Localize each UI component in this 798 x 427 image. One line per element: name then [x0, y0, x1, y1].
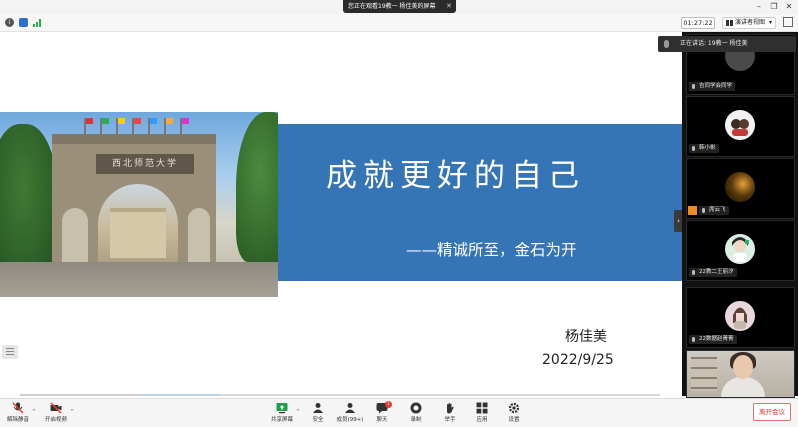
share-screen-icon: [276, 403, 288, 414]
participant-tile[interactable]: 韩小彬: [686, 96, 795, 157]
view-mode-button[interactable]: 演讲者视图 ▾: [722, 17, 776, 29]
person-body: [721, 377, 765, 397]
apps-button[interactable]: 应用: [464, 401, 500, 427]
record-label: 录制: [410, 417, 422, 423]
flag-icon: [116, 118, 125, 134]
list-icon[interactable]: [2, 345, 18, 359]
security-button[interactable]: 安全: [300, 401, 336, 427]
chat-button[interactable]: 1 聊天: [364, 401, 400, 427]
slide-thumbnail-strip: [20, 394, 660, 396]
active-speaker-tip: 正在讲话: 19教一 杨佳美: [658, 36, 796, 52]
title-bar: 您正在观看19教一 杨佳美的屏幕 ✕ – ❐ ✕: [0, 0, 798, 14]
participants-icon: [345, 403, 355, 413]
background-building: [110, 208, 166, 258]
raise-hand-label: 举手: [444, 417, 456, 423]
shield-icon[interactable]: [19, 18, 28, 27]
grid-view-icon: [726, 20, 733, 26]
tree-right: [236, 112, 278, 262]
meeting-timer: 01:27:22: [681, 17, 715, 29]
avatar: [725, 110, 755, 140]
start-video-button[interactable]: 开启视频: [38, 401, 74, 427]
shared-screen: 西北师范大学 成就更好的自己 ——精诚所至，金石为开 杨佳美 2022/9/25: [0, 32, 682, 396]
side-arch-right: [188, 208, 210, 264]
participant-name: 韩小彬: [689, 144, 719, 153]
presentation-date: 2022/9/25: [542, 352, 614, 368]
participant-name: 22数据赵菁菁: [689, 335, 737, 344]
presenter-name: 杨佳美: [565, 329, 607, 345]
info-icon[interactable]: i: [5, 18, 14, 27]
meeting-window: 您正在观看19教一 杨佳美的屏幕 ✕ – ❐ ✕ i 01:27:22 演讲者视…: [0, 0, 798, 427]
self-video-preview[interactable]: [686, 350, 795, 398]
tree-left: [0, 124, 58, 284]
flag-icon: [180, 118, 189, 134]
security-person-icon: [313, 403, 323, 413]
record-button[interactable]: 录制: [398, 401, 434, 427]
road: [0, 262, 278, 297]
apps-grid-icon: [476, 402, 488, 414]
participants-label: 成员(99+): [336, 417, 364, 423]
flag-icon: [132, 118, 141, 134]
avatar: [725, 234, 755, 264]
participant-name: 吉同学会同学: [689, 82, 736, 91]
active-speaker-label: 正在讲话: 19教一 杨佳美: [680, 40, 748, 47]
avatar: [725, 301, 755, 331]
close-icon[interactable]: ✕: [446, 0, 452, 13]
record-icon: [410, 402, 422, 414]
flag-icon: [84, 118, 93, 134]
fullscreen-icon[interactable]: [783, 17, 793, 27]
view-mode-label: 演讲者视图: [735, 19, 766, 26]
slide-subtitle: ——精诚所至，金石为开: [406, 241, 577, 259]
participants-button[interactable]: 成员(99+): [332, 401, 368, 427]
avatar: [725, 172, 755, 202]
unmute-label: 解除静音: [6, 417, 29, 423]
meeting-toolbar: 解除静音 ^ 开启视频 ^ 共享屏幕 ^ 安全 成员(99+) 1 聊天 录制 …: [0, 398, 798, 427]
hand-icon: [447, 403, 454, 414]
gate-plaque: 西北师范大学: [96, 154, 194, 174]
camera-off-icon: [50, 402, 62, 414]
chevron-down-icon: ▾: [768, 19, 772, 26]
meeting-info-bar: i 01:27:22 演讲者视图 ▾: [0, 14, 798, 32]
flag-icon: [164, 118, 173, 134]
viewing-screen-pill: 您正在观看19教一 杨佳美的屏幕 ✕: [343, 0, 456, 13]
apps-label: 应用: [476, 417, 488, 423]
participant-tile[interactable]: 22数据赵菁菁: [686, 287, 795, 348]
chevron-up-icon[interactable]: ^: [70, 409, 74, 415]
settings-label: 设置: [508, 417, 520, 423]
viewing-screen-label: 您正在观看19教一 杨佳美的屏幕: [348, 3, 436, 10]
start-video-label: 开启视频: [44, 417, 67, 423]
minimize-button[interactable]: –: [752, 0, 766, 13]
leave-meeting-button[interactable]: 离开会议: [753, 403, 791, 421]
flag-icon: [148, 118, 157, 134]
raise-hand-button[interactable]: 举手: [432, 401, 468, 427]
muted-microphone-icon: [12, 402, 24, 414]
chat-unread-badge: 1: [385, 401, 392, 408]
unmute-button[interactable]: 解除静音: [0, 401, 36, 427]
profile-badge-icon: [688, 206, 697, 215]
share-screen-label: 共享屏幕: [270, 417, 293, 423]
participant-tile[interactable]: 22教二王丽汐: [686, 220, 795, 281]
settings-button[interactable]: 设置: [496, 401, 532, 427]
microphone-icon: [664, 40, 669, 48]
security-label: 安全: [312, 417, 324, 423]
university-gate-photo: 西北师范大学: [0, 112, 278, 297]
participant-tile[interactable]: 席云飞: [686, 158, 795, 219]
side-arch-left: [62, 208, 88, 264]
close-window-button[interactable]: ✕: [782, 0, 796, 13]
signal-icon[interactable]: [33, 18, 42, 27]
flag-icon: [100, 118, 109, 134]
participant-name: 席云飞: [699, 206, 729, 215]
slide-title: 成就更好的自己: [326, 158, 585, 194]
person-face: [733, 355, 753, 379]
chevron-up-icon[interactable]: ^: [32, 409, 36, 415]
gear-icon: [508, 402, 520, 414]
chat-label: 聊天: [376, 417, 388, 423]
participant-name: 22教二王丽汐: [689, 268, 737, 277]
bookshelf: [691, 357, 717, 391]
restore-button[interactable]: ❐: [767, 0, 781, 13]
title-banner: 成就更好的自己 ——精诚所至，金石为开: [278, 124, 682, 281]
share-screen-button[interactable]: 共享屏幕: [264, 401, 300, 427]
